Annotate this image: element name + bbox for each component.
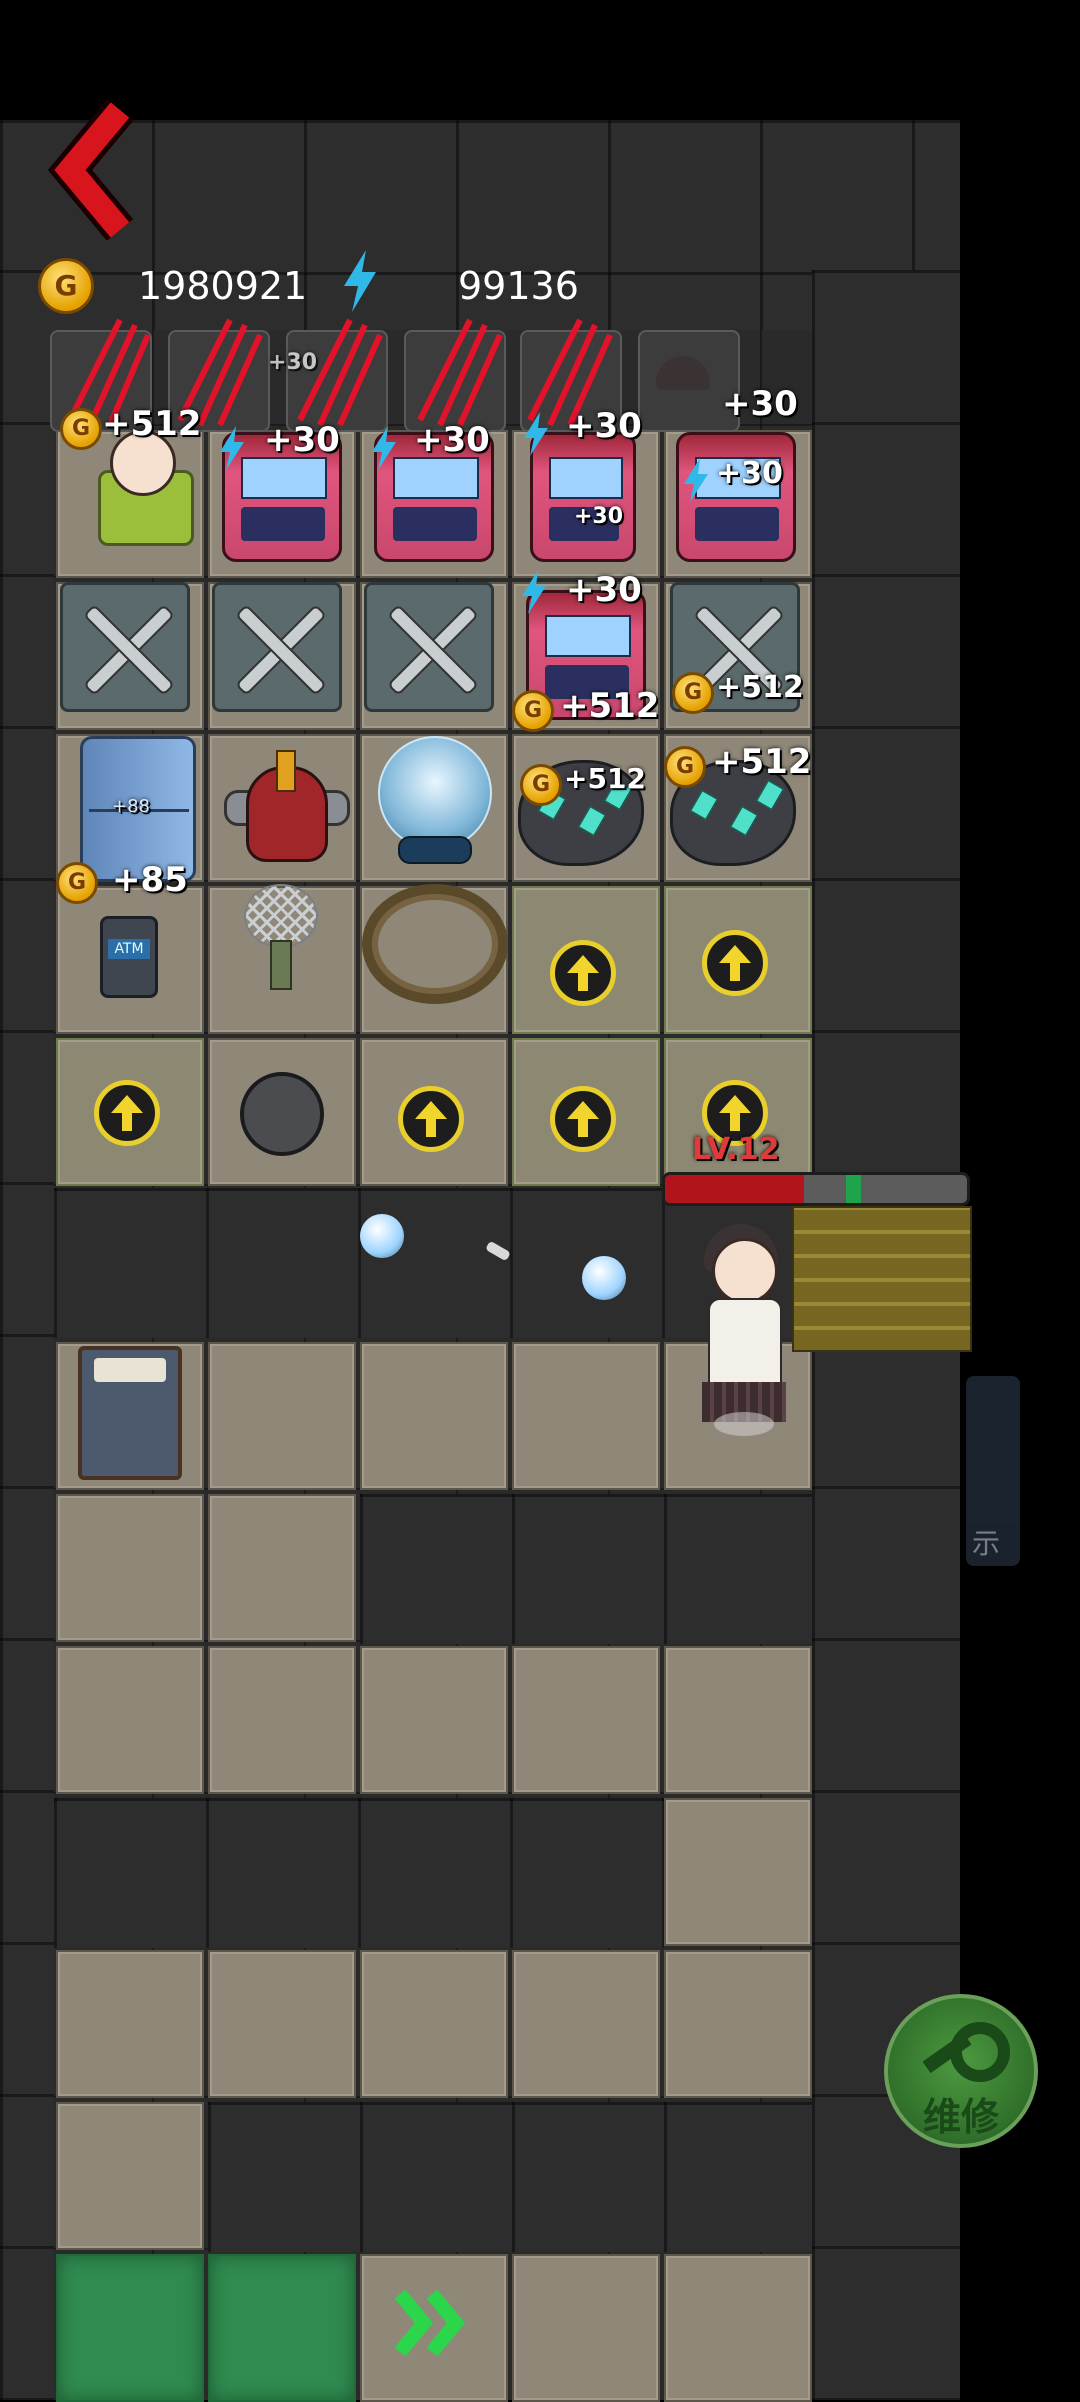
bonus-label: +512: [564, 762, 646, 795]
door-wall-damaged[interactable]: [792, 1206, 972, 1352]
turret-device[interactable]: [214, 750, 354, 870]
back-button[interactable]: [40, 99, 140, 241]
gold-coin-icon: G: [512, 690, 554, 732]
energy-counter: 99136: [458, 264, 579, 308]
thorn-trap[interactable]: [362, 884, 508, 1004]
gold-coin-icon: G: [520, 764, 562, 806]
floor-tile[interactable]: [512, 1950, 660, 2098]
floor-tile[interactable]: [512, 2254, 660, 2402]
projectile-orb: [360, 1214, 404, 1258]
projectile-orb: [582, 1256, 626, 1300]
side-panel-tab[interactable]: 示: [966, 1376, 1020, 1566]
floor-tile[interactable]: [56, 1950, 204, 2098]
bonus-label: +85: [112, 860, 188, 900]
floor-tile[interactable]: [208, 1342, 356, 1490]
side-panel-hint: 示: [972, 1527, 1001, 1560]
energy-bolt-icon: [344, 250, 376, 312]
fridge-inner-label: +88: [112, 796, 150, 817]
floor-tile[interactable]: [208, 1646, 356, 1794]
floor-tile[interactable]: [360, 1950, 508, 2098]
repair-button[interactable]: 维修: [884, 1994, 1038, 2148]
gold-coin-icon: G: [56, 862, 98, 904]
bed[interactable]: [72, 1340, 190, 1486]
enemy-level-label: LV.12: [692, 1132, 780, 1167]
bonus-label: +30: [566, 570, 642, 610]
inner-wall: [360, 1494, 812, 1644]
wrench-gear-icon: [922, 2022, 1010, 2082]
bonus-label: +30: [264, 420, 340, 460]
toolbox-broken[interactable]: [212, 582, 342, 712]
floor-tile[interactable]: [208, 1950, 356, 2098]
floor-tile[interactable]: [664, 2254, 812, 2402]
gold-coin-icon: G: [38, 258, 94, 314]
gold-coin-icon: G: [664, 746, 706, 788]
gold-counter: 1980921: [138, 264, 308, 308]
gold-coin-icon: G: [60, 408, 102, 450]
atm-machine[interactable]: ATM: [100, 916, 158, 998]
enemy-hp-fill: [665, 1175, 804, 1203]
energy-bolt-icon: [522, 570, 546, 614]
floor-tile[interactable]: [56, 2102, 204, 2250]
plasma-orb[interactable]: [374, 736, 492, 866]
floor-tile[interactable]: [664, 1798, 812, 1946]
bonus-label: +512: [712, 742, 812, 782]
net-launcher[interactable]: [220, 884, 340, 994]
bonus-label: +512: [560, 686, 660, 726]
upgrade-arrow-icon[interactable]: [550, 1086, 616, 1152]
enemy-hp-bar: [662, 1172, 970, 1206]
floor-tile[interactable]: [56, 1646, 204, 1794]
upgrade-arrow-icon[interactable]: [702, 930, 768, 996]
upgrade-arrow-icon[interactable]: [398, 1086, 464, 1152]
floor-tile[interactable]: [512, 1342, 660, 1490]
claw-slash-icon: [417, 318, 503, 427]
upgrade-arrow-icon[interactable]: [94, 1080, 160, 1146]
energy-bolt-icon: [372, 426, 396, 470]
floor-tile[interactable]: [208, 1494, 356, 1642]
double-chevron-right-icon[interactable]: [394, 2288, 474, 2358]
gold-coin-icon: G: [672, 672, 714, 714]
grass-tile[interactable]: [208, 2254, 356, 2402]
cooking-pot[interactable]: [240, 1072, 324, 1156]
floor-tile[interactable]: [512, 1646, 660, 1794]
floor-tile[interactable]: [360, 1342, 508, 1490]
bonus-label: +30: [566, 406, 642, 446]
floor-tile[interactable]: [360, 1646, 508, 1794]
left-wall: [0, 270, 54, 2400]
floor-tile[interactable]: [664, 1950, 812, 2098]
bonus-label: +30: [716, 456, 783, 491]
bonus-label: +30: [414, 420, 490, 460]
repair-label: 维修: [922, 2095, 999, 2139]
floor-tile[interactable]: [664, 1646, 812, 1794]
floor-tile[interactable]: [56, 1494, 204, 1642]
bonus-label: +30: [722, 384, 798, 424]
bonus-label: +512: [102, 404, 202, 444]
inner-wall: [208, 2102, 812, 2252]
energy-bolt-icon: [524, 412, 548, 456]
enemy-ghost-girl[interactable]: [684, 1212, 800, 1436]
inner-wall: [54, 1798, 664, 1948]
upgrade-arrow-icon[interactable]: [550, 940, 616, 1006]
bonus-label: +30: [574, 504, 624, 529]
chevron-left-icon: [47, 99, 134, 241]
toolbox-broken[interactable]: [60, 582, 190, 712]
claw-slash-icon: [297, 318, 383, 427]
enemy-shield-fill: [846, 1175, 862, 1203]
energy-bolt-icon: [684, 458, 708, 502]
toolbox-broken[interactable]: [364, 582, 494, 712]
energy-bolt-icon: [220, 426, 244, 470]
bonus-label: +512: [716, 670, 804, 705]
atm-label: ATM: [108, 939, 150, 959]
grass-tile[interactable]: [56, 2254, 204, 2402]
